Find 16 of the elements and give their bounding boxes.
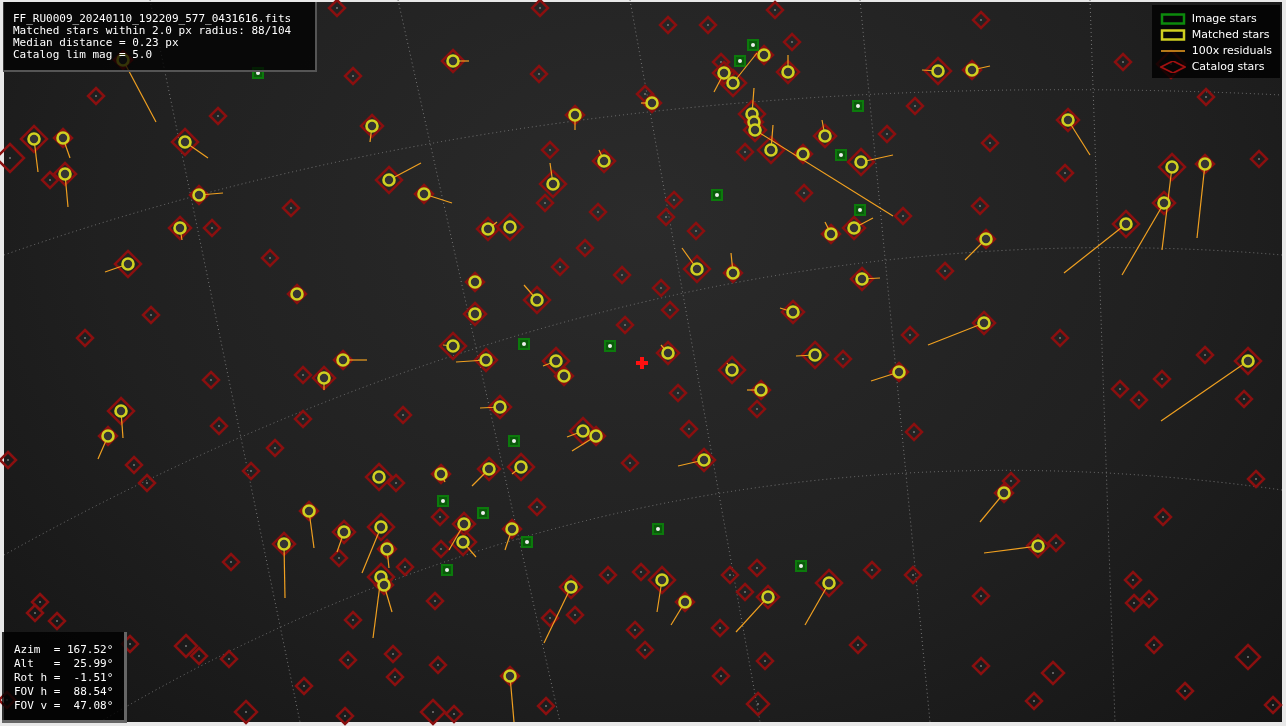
rectangle-icon xyxy=(1159,12,1186,25)
legend-label: Catalog stars xyxy=(1191,60,1265,73)
info-text: FF_RU0009_20240110_192209_577_0431616.fits xyxy=(13,13,293,25)
info-text: Median distance = 0.23 px xyxy=(13,37,180,49)
pointing-text: FOV v = 47.08° xyxy=(14,700,114,712)
info-text: Catalog lim mag = 5.0 xyxy=(13,49,154,61)
legend-label: Image stars xyxy=(1191,12,1257,25)
legend-label: 100x residuals xyxy=(1191,44,1272,57)
pointing-text: Alt = 25.99° xyxy=(14,658,114,670)
pointing-text: FOV h = 88.54° xyxy=(14,686,114,698)
diamond-icon xyxy=(1159,60,1186,73)
pointing-text: Azim = 167.52° xyxy=(14,644,114,656)
pointing-text: Rot h = -1.51° xyxy=(14,672,114,684)
legend-label: Matched stars xyxy=(1191,28,1270,41)
info-text: Matched stars within 2.0 px radius: 88/104 xyxy=(13,25,293,37)
rectangle-icon xyxy=(1159,28,1186,41)
